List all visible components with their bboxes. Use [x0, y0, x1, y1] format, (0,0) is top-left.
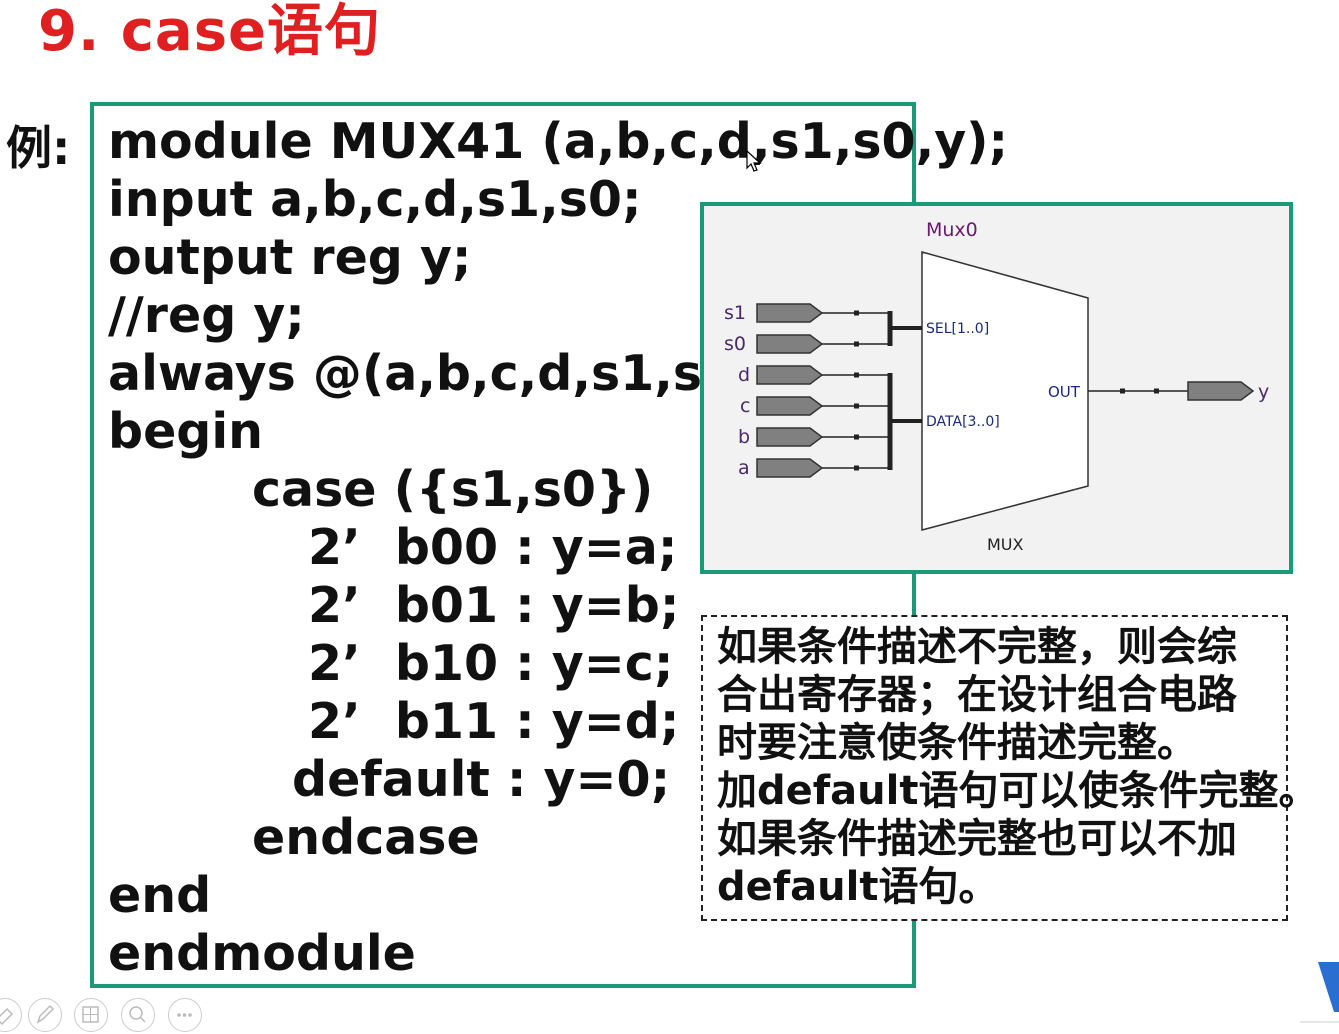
input-pin-s1: s1 [724, 302, 890, 324]
code-line: 2’ b11 : y=d; [308, 693, 680, 750]
mouse-cursor-icon [746, 150, 762, 172]
code-line: input a,b,c,d,s1,s0; [108, 171, 642, 228]
code-line: always @(a,b,c,d,s1,s0) [108, 345, 759, 402]
note-line: 时要注意使条件描述完整。 [717, 720, 1197, 766]
input-pin-d: d [738, 364, 890, 386]
schematic-panel: Mux0 MUX s1 s0 d c b a SEL[1..0] DATA[3.… [700, 202, 1293, 574]
code-line: begin [108, 403, 264, 460]
pin-label: b [738, 426, 750, 448]
code-line: endmodule [108, 925, 416, 982]
slide-toolbar [0, 998, 220, 1032]
input-pin-c: c [740, 395, 890, 417]
note-line: 如果条件描述不完整，则会综 [717, 624, 1237, 670]
input-pin-b: b [738, 426, 890, 448]
code-line: 2’ b00 : y=a; [308, 519, 678, 576]
slide-title: 9. case语句 [38, 0, 382, 64]
note-line: default语句。 [717, 864, 999, 910]
eraser-icon [0, 1007, 14, 1026]
pin-label: c [740, 395, 750, 417]
code-line: module MUX41 (a,b,c,d,s1,s0,y); [108, 113, 1009, 170]
note-line: 加default语句可以使条件完整。 [717, 768, 1319, 814]
mux-instance-name: Mux0 [926, 219, 978, 241]
output-pin-y: y [1187, 381, 1269, 403]
input-pin-a: a [738, 457, 890, 479]
pin-label: y [1258, 381, 1269, 403]
example-label: 例: [6, 121, 71, 175]
code-line: end [108, 867, 212, 924]
pen-icon [36, 1004, 55, 1024]
grid-icon [82, 1006, 99, 1023]
port-sel: SEL[1..0] [926, 321, 989, 337]
corner-decoration-icon [1300, 962, 1339, 1023]
pin-label: a [738, 457, 750, 479]
code-line: //reg y; [108, 287, 305, 344]
code-line: case ({s1,s0}) [252, 461, 654, 518]
pin-label: s1 [724, 302, 746, 324]
port-out: OUT [1048, 383, 1081, 401]
note-panel: 如果条件描述不完整，则会综 合出寄存器；在设计组合电路 时要注意使条件描述完整。… [701, 615, 1319, 921]
pin-label: s0 [724, 333, 746, 355]
more-icon [177, 1013, 192, 1017]
code-line: endcase [252, 809, 480, 866]
note-line: 如果条件描述完整也可以不加 [717, 816, 1237, 862]
code-line: 2’ b10 : y=c; [308, 635, 674, 692]
zoom-icon [129, 1006, 146, 1023]
code-line: output reg y; [108, 229, 472, 286]
port-data: DATA[3..0] [926, 414, 1000, 430]
input-pin-s0: s0 [724, 333, 890, 355]
note-line: 合出寄存器；在设计组合电路 [717, 672, 1237, 718]
mux-schematic: Mux0 MUX s1 s0 d c b a SEL[1..0] DATA[3.… [724, 219, 1269, 554]
pin-label: d [738, 364, 750, 386]
code-line: default : y=0; [292, 751, 671, 808]
code-line: 2’ b01 : y=b; [308, 577, 680, 634]
mux-block-label: MUX [987, 535, 1024, 554]
